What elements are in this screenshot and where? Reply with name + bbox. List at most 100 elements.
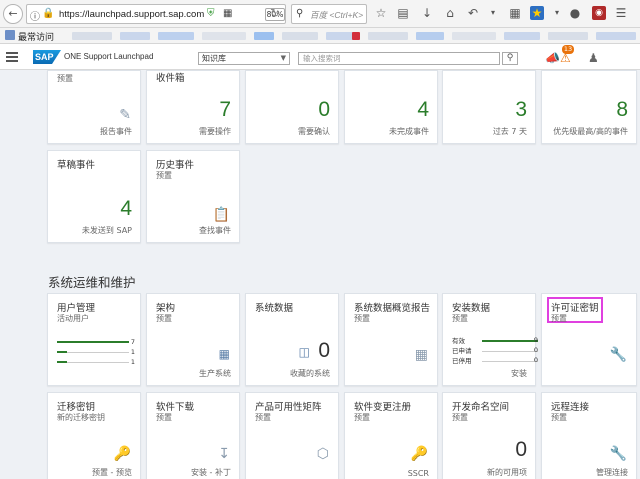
tile-number: 4 xyxy=(120,197,132,220)
home-icon[interactable]: ⌂ xyxy=(443,6,457,20)
tile-footer: 未完成事件 xyxy=(389,127,429,136)
tile-footer: 过去 7 天 xyxy=(492,127,527,136)
tile-history-incidents[interactable]: 历史事件 预置 📋 查找事件 xyxy=(146,150,240,243)
tile-last-7-days[interactable]: 3 过去 7 天 xyxy=(442,70,536,144)
tile-development-namespace[interactable]: 开发命名空间 预置 0 新的可用项 xyxy=(442,392,536,479)
bar-fill xyxy=(57,341,129,343)
bar-fill xyxy=(57,361,67,363)
tile-open-incidents[interactable]: 4 未完成事件 xyxy=(344,70,438,144)
tile-number: 0 xyxy=(515,438,527,461)
download-icon[interactable]: ↓ xyxy=(420,6,434,20)
tile-subtitle: 预置 xyxy=(551,314,567,323)
tile-footer: 安装 - 补丁 xyxy=(191,468,231,477)
tile-subtitle: 预置 xyxy=(156,314,172,323)
browser-search-placeholder: 百度 <Ctrl+K> xyxy=(310,10,364,20)
chat-icon[interactable]: ● xyxy=(568,6,582,20)
dropdown-arrow-icon[interactable]: ▾ xyxy=(486,6,500,20)
tile-footer: 未发送到 SAP xyxy=(81,226,132,235)
tile-footer: 需要确认 xyxy=(298,127,330,136)
url-text: https://launchpad.support.sap.com xyxy=(59,9,205,20)
tile-title: 产品可用性矩阵 xyxy=(255,402,322,413)
tile-software-change-registration[interactable]: 软件变更注册 预置 🔑 SSCR xyxy=(344,392,438,479)
launchpad-search-input[interactable]: 输入搜索词 xyxy=(298,52,500,65)
extension-star-icon[interactable]: ★ xyxy=(530,6,544,20)
dropdown-arrow-icon[interactable]: ▾ xyxy=(550,6,564,20)
bar-value: 1 xyxy=(130,348,135,356)
tile-title: 系统数据 xyxy=(255,303,294,314)
url-bar[interactable]: ⓘ 🔒 https://launchpad.support.sap.com ⛨ … xyxy=(26,4,286,24)
tile-footer: 新的可用项 xyxy=(487,468,527,477)
tile-inbox[interactable]: 收件箱 7 需要操作 xyxy=(146,70,240,144)
bar-label: 已停用 xyxy=(452,357,472,365)
tile-architecture[interactable]: 架构 预置 ▦ 生产系统 xyxy=(146,293,240,386)
tile-title: 安装数据 xyxy=(452,303,491,314)
tile-subtitle: 预置 xyxy=(354,413,370,422)
shield-icon[interactable]: ⛨ xyxy=(207,8,215,19)
tile-title: 历史事件 xyxy=(156,160,195,171)
blurred-bookmarks xyxy=(72,32,640,40)
sap-header: SAP ONE Support Launchpad 知识库 ▼ 输入搜索词 ⚲ … xyxy=(0,44,640,70)
tile-title: 迁移密钥 xyxy=(57,402,96,413)
tile-installation-data[interactable]: 安装数据 预置 有效 9 已申请 0 已停用 0 安装 xyxy=(442,293,538,386)
menu-icon[interactable]: ☰ xyxy=(614,6,628,20)
tile-footer: 管理连接 xyxy=(596,468,628,477)
tile-software-download[interactable]: 软件下载 预置 ↧ 安装 - 补丁 xyxy=(146,392,240,479)
tile-draft-incidents[interactable]: 草稿事件 4 未发送到 SAP xyxy=(47,150,141,243)
bar-label: 有效 xyxy=(452,337,465,345)
tile-migration-keys[interactable]: 迁移密钥 新的迁移密钥 🔑 预置 - 预览 xyxy=(47,392,141,479)
bar-value: 0 xyxy=(533,356,538,364)
undo-icon[interactable]: ↶ xyxy=(466,6,480,20)
tile-title: 用户管理 xyxy=(57,303,96,314)
tile-footer: 安装 xyxy=(511,369,527,378)
tile-subtitle: 预置 xyxy=(354,314,370,323)
clipboard-icon: 📋 xyxy=(212,207,230,223)
tile-report-incident[interactable]: 预置 ✎ 报告事件 xyxy=(47,70,141,144)
star-icon[interactable]: ☆ xyxy=(374,6,388,20)
hamburger-menu-icon[interactable] xyxy=(6,52,18,62)
install-bar-row: 已申请 0 xyxy=(452,346,546,355)
tile-title: 系统数据概览报告 xyxy=(354,303,431,314)
install-bar-row: 有效 9 xyxy=(452,336,546,345)
grid-icon: ▦ xyxy=(218,347,230,361)
tile-title: 草稿事件 xyxy=(57,160,96,171)
search-scope-select[interactable]: 知识库 ▼ xyxy=(198,52,290,65)
app-title: ONE Support Launchpad xyxy=(64,52,154,61)
lock-icon: 🔒 xyxy=(42,8,55,19)
tile-number: 8 xyxy=(616,98,628,121)
sap-logo[interactable]: SAP xyxy=(33,50,61,64)
tile-system-data-overview[interactable]: 系统数据概览报告 预置 ▦ xyxy=(344,293,438,386)
search-scope-value: 知识库 xyxy=(202,54,226,63)
bar-value: 0 xyxy=(533,346,538,354)
bookmarks-bar: 最常访问 xyxy=(0,28,640,44)
qr-code-icon[interactable]: ▦ xyxy=(223,8,232,19)
tile-number: 0 xyxy=(318,98,330,121)
install-bar-row: 已停用 0 xyxy=(452,356,546,365)
back-button[interactable]: ← xyxy=(3,4,23,24)
tile-needs-confirmation[interactable]: 0 需要确认 xyxy=(245,70,339,144)
tile-product-availability-matrix[interactable]: 产品可用性矩阵 预置 ⬡ xyxy=(245,392,339,479)
tile-system-data[interactable]: 系统数据 ◫ 0 收藏的系统 xyxy=(245,293,339,386)
user-settings-icon[interactable]: ♟ xyxy=(588,51,599,65)
tile-high-priority[interactable]: 8 优先级最高/高的事件 xyxy=(541,70,637,144)
reading-list-icon[interactable]: ▤ xyxy=(396,6,410,20)
tile-license-keys[interactable]: 许可证密钥 预置 🔧 xyxy=(541,293,637,386)
bar-fill xyxy=(482,340,538,342)
bookmark-most-visited[interactable]: 最常访问 xyxy=(18,30,54,43)
search-icon: ⚲ xyxy=(296,8,304,19)
search-button[interactable]: ⚲ xyxy=(502,52,518,65)
tile-remote-connection[interactable]: 远程连接 预置 🔧 管理连接 xyxy=(541,392,637,479)
megaphone-icon[interactable]: 📣 xyxy=(545,51,560,65)
browser-search-input[interactable]: ⚲ 百度 <Ctrl+K> xyxy=(291,4,367,24)
tile-number: 7 xyxy=(219,98,231,121)
tile-subtitle: 预置 xyxy=(452,314,468,323)
tile-footer: 需要操作 xyxy=(199,127,231,136)
tile-user-management[interactable]: 用户管理 活动用户 7 1 1 xyxy=(47,293,141,386)
bar-label: 已申请 xyxy=(452,347,472,355)
ublock-icon[interactable]: ◉ xyxy=(592,6,606,20)
edit-icon: ✎ xyxy=(119,107,131,123)
user-bar-row: 1 xyxy=(57,358,135,367)
grid-icon[interactable]: ▦ xyxy=(508,6,522,20)
tile-subtitle: 新的迁移密钥 xyxy=(57,413,105,422)
tile-title: 软件变更注册 xyxy=(354,402,412,413)
reload-icon[interactable]: ↻ xyxy=(268,6,282,20)
